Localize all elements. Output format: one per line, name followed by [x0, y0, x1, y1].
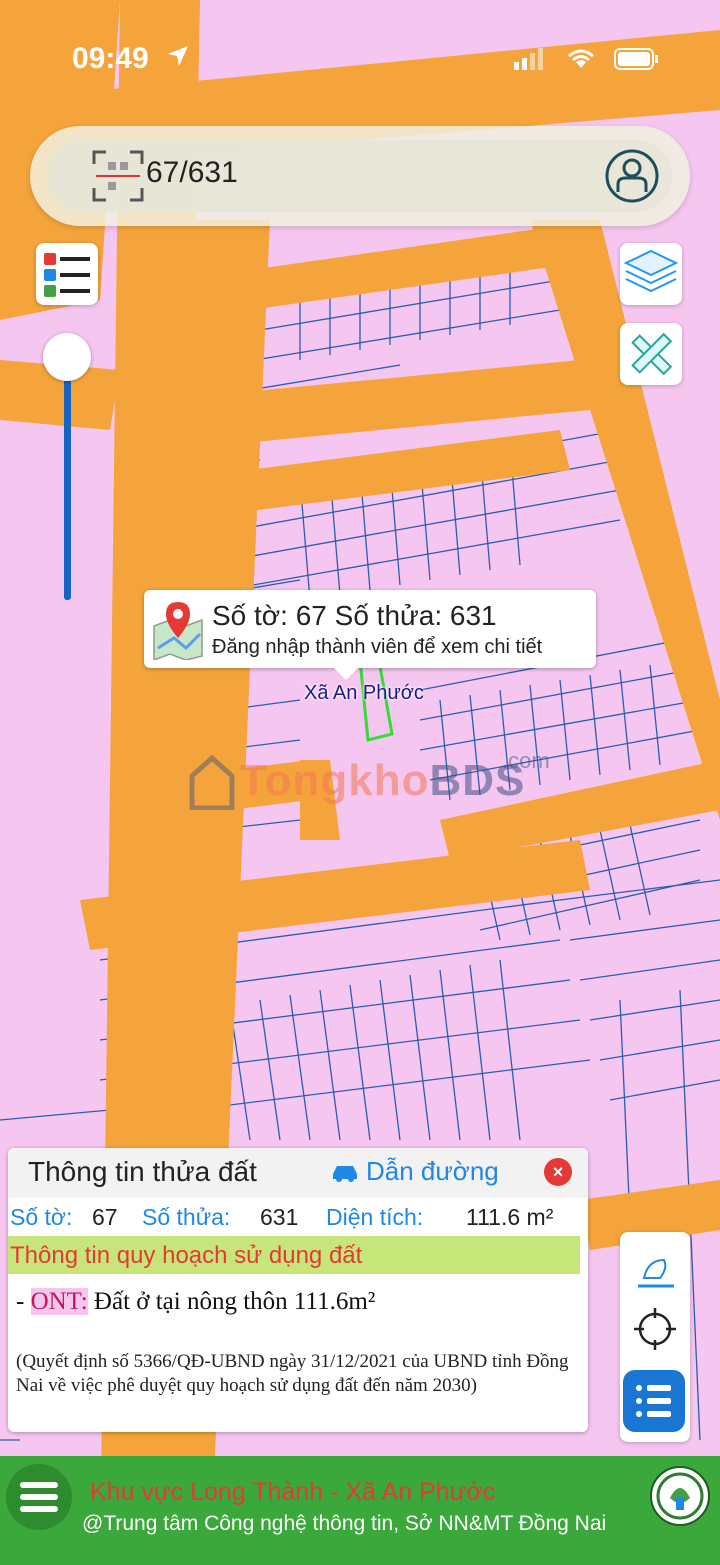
- list-button[interactable]: [623, 1370, 685, 1432]
- sheet-label: Số tờ:: [10, 1204, 73, 1230]
- parcel-info-panel: Thông tin thửa đất Dẫn đường × Số tờ: 67…: [8, 1148, 588, 1432]
- map-pin-icon: [153, 602, 203, 660]
- qr-scan-icon[interactable]: [90, 148, 146, 204]
- car-icon: [333, 1165, 357, 1182]
- sheet-value: 67: [92, 1204, 118, 1230]
- parcel-stats-row: Số tờ: 67 Số thửa: 631 Diện tích: 111.6 …: [8, 1200, 588, 1238]
- menu-icon: [20, 1482, 58, 1512]
- directions-label: Dẫn đường: [366, 1156, 499, 1186]
- parcel-value: 631: [260, 1204, 299, 1230]
- popup-login-hint[interactable]: Đăng nhập thành viên để xem chi tiết: [212, 636, 542, 659]
- commune-label: Xã An Phước: [304, 682, 424, 704]
- copyright-text: @Trung tâm Công nghệ thông tin, Sở NN&MT…: [82, 1512, 607, 1535]
- signal-icon: [514, 48, 543, 70]
- status-time: 09:49: [72, 42, 149, 75]
- measure-button[interactable]: [620, 323, 682, 385]
- logo-icon: [650, 1466, 710, 1526]
- area-value: 111.6 m²: [466, 1204, 554, 1230]
- footer-bar: Khu vực Long Thành - Xã An Phước @Trung …: [0, 1456, 720, 1565]
- legend-button[interactable]: [36, 243, 98, 305]
- directions-button[interactable]: Dẫn đường: [330, 1156, 499, 1187]
- status-bar: 09:49: [0, 30, 720, 90]
- panel-title: Thông tin thửa đất: [28, 1156, 257, 1187]
- list-icon: [636, 1385, 671, 1417]
- search-input[interactable]: 67/631: [146, 156, 238, 190]
- battery-icon: [614, 48, 658, 70]
- crosshair-icon[interactable]: [630, 1304, 680, 1354]
- draw-icon[interactable]: [630, 1242, 680, 1292]
- search-bar[interactable]: 67/631: [30, 126, 690, 226]
- watermark-suffix: .com: [502, 748, 550, 773]
- parcel-popup[interactable]: Số tờ: 67 Số thửa: 631 Đăng nhập thành v…: [144, 590, 596, 680]
- area-name: Khu vực Long Thành - Xã An Phước: [90, 1478, 496, 1506]
- close-icon[interactable]: ×: [544, 1158, 572, 1186]
- layers-button[interactable]: [620, 243, 682, 305]
- zoom-slider-knob[interactable]: [43, 333, 91, 381]
- parcel-label: Số thửa:: [142, 1204, 231, 1230]
- layers-icon: [623, 249, 679, 293]
- land-use-line: - ONT: Đất ở tại nông thôn 111.6m²: [16, 1288, 376, 1315]
- popup-title: Số tờ: 67 Số thửa: 631: [212, 600, 497, 631]
- location-arrow-icon: [168, 46, 188, 66]
- zoom-slider-track[interactable]: [64, 370, 71, 600]
- area-label: Diện tích:: [326, 1204, 424, 1230]
- land-use-code: ONT:: [30, 1288, 88, 1315]
- legend-icon: [44, 253, 90, 297]
- watermark: TongkhoBDS: [240, 756, 526, 805]
- planning-header: Thông tin quy hoạch sử dụng đất: [8, 1236, 580, 1274]
- decision-note: (Quyết định số 5366/QĐ-UBND ngày 31/12/2…: [16, 1351, 569, 1396]
- watermark-logo-icon: [189, 754, 235, 810]
- wifi-icon: [568, 49, 594, 68]
- user-icon[interactable]: [604, 148, 660, 204]
- ruler-pencil-icon: [631, 332, 673, 376]
- menu-button[interactable]: [6, 1464, 72, 1530]
